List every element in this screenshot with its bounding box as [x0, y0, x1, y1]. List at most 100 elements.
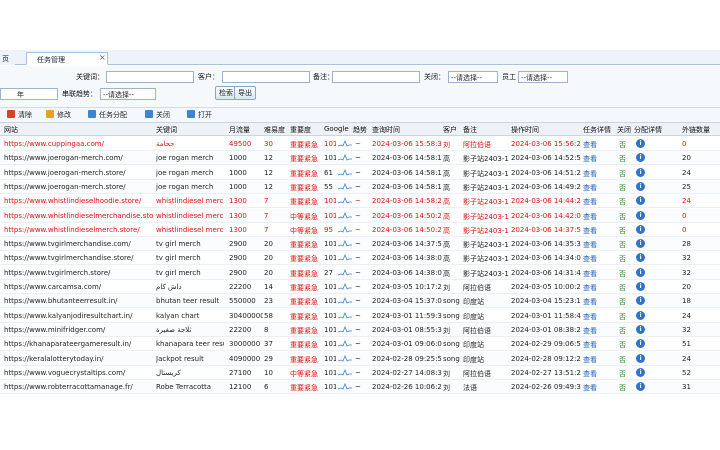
- col-keyword[interactable]: 关键词: [156, 125, 177, 135]
- table-row[interactable]: https://www.whistlindieselhoodie.store/w…: [0, 194, 720, 209]
- info-icon[interactable]: i: [636, 324, 645, 334]
- cell-site[interactable]: https://khanaparateergameresult.in/: [4, 340, 154, 348]
- task-detail-link[interactable]: 查看: [583, 182, 599, 192]
- cell-site[interactable]: https://www.bhutanteerresult.in/: [4, 297, 154, 305]
- col-google[interactable]: Google: [324, 125, 349, 133]
- col-links[interactable]: 外链数量: [682, 125, 710, 135]
- tab-task-management[interactable]: 任务管理 ×: [26, 52, 108, 65]
- task-detail-link[interactable]: 查看: [583, 368, 599, 378]
- close-icon[interactable]: ×: [99, 53, 106, 62]
- info-icon[interactable]: i: [636, 339, 645, 349]
- task-detail-link[interactable]: 查看: [583, 354, 599, 364]
- cell-site[interactable]: https://www.carcamsa.com/: [4, 283, 154, 291]
- task-detail-link[interactable]: 查看: [583, 282, 599, 292]
- edit-button[interactable]: 修改: [46, 110, 71, 121]
- info-icon[interactable]: i: [636, 382, 645, 392]
- note-input[interactable]: [332, 71, 420, 83]
- col-monthly[interactable]: 月流量: [229, 125, 250, 135]
- cell-site[interactable]: https://www.whistlindieselmerchandise.st…: [4, 212, 154, 220]
- task-detail-link[interactable]: 查看: [583, 311, 599, 321]
- col-close[interactable]: 关闭: [617, 125, 631, 135]
- col-client[interactable]: 客户: [443, 125, 457, 135]
- table-row[interactable]: https://www.joerogan-merch.store/joe rog…: [0, 166, 720, 180]
- info-icon[interactable]: i: [636, 367, 645, 377]
- table-row[interactable]: https://www.tvgirlmerchandise.com/tv gir…: [0, 237, 720, 252]
- col-importance[interactable]: 重要度: [290, 125, 311, 135]
- cell-site[interactable]: https://keralalotterytoday.in/: [4, 355, 154, 363]
- cell-site[interactable]: https://www.cuppingaa.com/: [4, 140, 154, 148]
- assign-button[interactable]: 任务分配: [88, 110, 127, 121]
- task-detail-link[interactable]: 查看: [583, 268, 599, 278]
- table-row[interactable]: https://www.joerogan-merch.com/joe rogan…: [0, 151, 720, 166]
- employee-select[interactable]: --请选择--: [518, 71, 568, 83]
- info-icon[interactable]: i: [636, 253, 645, 263]
- cell-site[interactable]: https://www.tvgirlmerchandise.store/: [4, 254, 154, 262]
- cell-site[interactable]: https://www.joerogan-merch.store/: [4, 169, 154, 177]
- table-row[interactable]: https://www.whistlindieselmerch.store/wh…: [0, 223, 720, 237]
- task-detail-link[interactable]: 查看: [583, 339, 599, 349]
- table-row[interactable]: https://www.minifridger.com/ثلاجة صغيرة 2…: [0, 322, 720, 337]
- table-row[interactable]: https://khanaparateergameresult.in/khana…: [0, 337, 720, 352]
- task-detail-link[interactable]: 查看: [583, 196, 599, 206]
- col-assign-detail[interactable]: 分配详情: [634, 125, 662, 135]
- col-op-time[interactable]: 操作时间: [511, 125, 539, 135]
- table-row[interactable]: https://www.tvgirlmerchandise.store/tv g…: [0, 251, 720, 266]
- col-difficulty[interactable]: 难易度: [264, 125, 285, 135]
- table-row[interactable]: https://www.whistlindieselmerchandise.st…: [0, 208, 720, 223]
- cell-site[interactable]: https://www.whistlindieselmerch.store/: [4, 226, 154, 234]
- info-icon[interactable]: i: [636, 153, 645, 163]
- col-query-time[interactable]: 查询时间: [372, 125, 400, 135]
- info-icon[interactable]: i: [636, 296, 645, 306]
- table-row[interactable]: https://www.joerogan-merch.store/joe rog…: [0, 179, 720, 194]
- clear-button[interactable]: 清除: [7, 110, 32, 121]
- cell-site[interactable]: https://www.tvgirlmerch.store/: [4, 269, 154, 277]
- info-icon[interactable]: i: [636, 210, 645, 220]
- col-site[interactable]: 网站: [4, 125, 18, 135]
- info-icon[interactable]: i: [636, 239, 645, 249]
- table-row[interactable]: https://www.cuppingaa.com/جحامة 49500 30 重要…: [0, 137, 720, 151]
- status-select[interactable]: --请选择--: [100, 88, 156, 100]
- table-row[interactable]: https://www.voguecrystaltips.com/كريستال…: [0, 366, 720, 380]
- task-detail-link[interactable]: 查看: [583, 211, 599, 221]
- table-row[interactable]: https://keralalotterytoday.in/Jackpot re…: [0, 351, 720, 366]
- info-icon[interactable]: i: [636, 310, 645, 320]
- table-row[interactable]: https://www.carcamsa.com/داش كام 22200 14 重…: [0, 280, 720, 294]
- open-button[interactable]: 打开: [187, 110, 212, 121]
- focus-select[interactable]: --请选择--: [448, 71, 498, 83]
- task-detail-link[interactable]: 查看: [583, 296, 599, 306]
- tab-previous[interactable]: 页: [0, 52, 15, 65]
- cell-site[interactable]: https://www.joerogan-merch.com/: [4, 154, 154, 162]
- info-icon[interactable]: i: [636, 224, 645, 234]
- cell-site[interactable]: https://www.tvgirlmerchandise.com/: [4, 240, 154, 248]
- task-detail-link[interactable]: 查看: [583, 239, 599, 249]
- task-detail-link[interactable]: 查看: [583, 139, 599, 149]
- table-row[interactable]: https://www.robterracottamanage.fr/Robe …: [0, 380, 720, 395]
- close-button[interactable]: 关闭: [145, 110, 170, 121]
- col-detail[interactable]: 任务详情: [583, 125, 611, 135]
- task-detail-link[interactable]: 查看: [583, 225, 599, 235]
- table-row[interactable]: https://www.bhutanteerresult.in/bhutan t…: [0, 294, 720, 309]
- export-button[interactable]: 导出: [234, 86, 256, 100]
- cell-site[interactable]: https://www.voguecrystaltips.com/: [4, 369, 154, 377]
- year-input[interactable]: 年: [0, 88, 58, 100]
- info-icon[interactable]: i: [636, 353, 645, 363]
- info-icon[interactable]: i: [636, 181, 645, 191]
- cell-site[interactable]: https://www.whistlindieselhoodie.store/: [4, 197, 154, 205]
- cell-site[interactable]: https://www.joerogan-merch.store/: [4, 183, 154, 191]
- cell-site[interactable]: https://www.robterracottamanage.fr/: [4, 383, 154, 391]
- keyword-input[interactable]: [106, 71, 194, 83]
- info-icon[interactable]: i: [636, 167, 645, 177]
- cell-site[interactable]: https://www.kalyanjodiresultchart.in/: [4, 312, 154, 320]
- task-detail-link[interactable]: 查看: [583, 325, 599, 335]
- col-note[interactable]: 备注: [463, 125, 477, 135]
- client-input[interactable]: [222, 71, 310, 83]
- info-icon[interactable]: i: [636, 196, 645, 206]
- task-detail-link[interactable]: 查看: [583, 253, 599, 263]
- info-icon[interactable]: i: [636, 282, 645, 291]
- cell-site[interactable]: https://www.minifridger.com/: [4, 326, 154, 334]
- table-row[interactable]: https://www.kalyanjodiresultchart.in/kal…: [0, 309, 720, 323]
- info-icon[interactable]: i: [636, 139, 645, 148]
- info-icon[interactable]: i: [636, 267, 645, 277]
- task-detail-link[interactable]: 查看: [583, 168, 599, 178]
- task-detail-link[interactable]: 查看: [583, 153, 599, 163]
